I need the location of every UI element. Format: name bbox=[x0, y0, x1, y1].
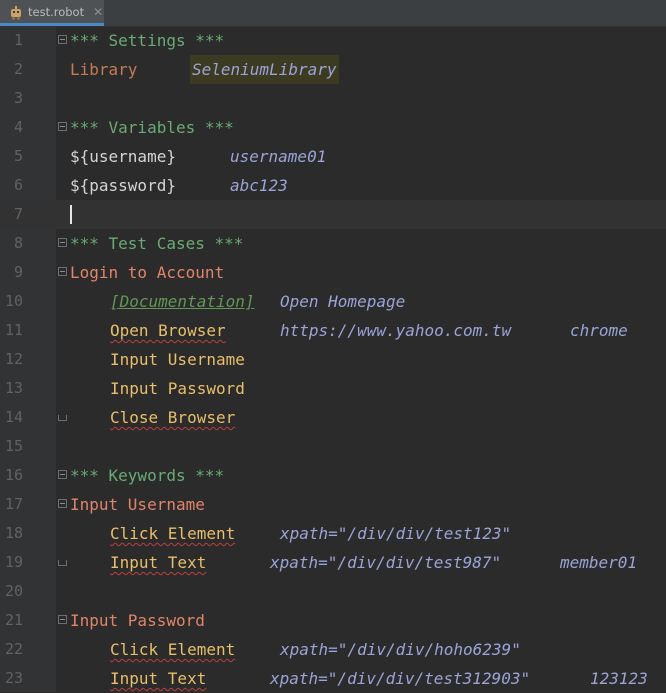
code-token: xpath="/div/div/hoho6239" bbox=[280, 640, 521, 659]
fold-collapse-icon[interactable] bbox=[58, 122, 67, 131]
line-number: 17 bbox=[4, 495, 23, 513]
code-line[interactable]: 18 Click Element xpath="/div/div/test123" bbox=[0, 519, 666, 548]
code-editor[interactable]: 1 *** Settings *** 2 Library SeleniumLibrary… bbox=[0, 26, 666, 692]
line-number: 5 bbox=[13, 147, 23, 165]
code-line[interactable]: 1 *** Settings *** bbox=[0, 26, 666, 55]
code-token: *** Keywords *** bbox=[70, 466, 225, 485]
line-number: 13 bbox=[4, 379, 23, 397]
code-token: 123123 bbox=[590, 669, 648, 688]
code-line[interactable]: 9 Login to Account bbox=[0, 258, 666, 287]
line-number: 22 bbox=[4, 640, 23, 658]
code-token: Input Text bbox=[110, 553, 207, 572]
fold-collapse-icon[interactable] bbox=[58, 615, 67, 624]
line-number: 12 bbox=[4, 350, 23, 368]
code-line[interactable]: 15 bbox=[0, 432, 666, 461]
code-token: Login to Account bbox=[70, 263, 225, 282]
code-line[interactable]: 11 Open Browser https://www.yahoo.com.tw ch… bbox=[0, 316, 666, 345]
line-number: 6 bbox=[13, 176, 23, 194]
code-token: Input Username bbox=[70, 495, 205, 514]
line-number: 20 bbox=[4, 582, 23, 600]
code-token: Open Browser bbox=[110, 321, 226, 340]
code-token: member01 bbox=[560, 553, 638, 572]
code-token: SeleniumLibrary bbox=[190, 55, 339, 84]
editor-tab-bar: test.robot ✕ bbox=[0, 0, 666, 27]
code-line[interactable]: 6 ${password} abc123 bbox=[0, 171, 666, 200]
line-number: 21 bbox=[4, 611, 23, 629]
line-number: 7 bbox=[13, 205, 23, 223]
code-line[interactable]: 16 *** Keywords *** bbox=[0, 461, 666, 490]
code-token: abc123 bbox=[230, 176, 288, 195]
code-token: Library bbox=[70, 60, 138, 79]
tab-test-robot[interactable]: test.robot ✕ bbox=[0, 0, 104, 26]
fold-collapse-icon[interactable] bbox=[58, 499, 67, 508]
code-line[interactable]: 17 Input Username bbox=[0, 490, 666, 519]
code-token: Click Element bbox=[110, 524, 236, 543]
line-number: 16 bbox=[4, 466, 23, 484]
code-token: Close Browser bbox=[110, 408, 236, 427]
code-token: https://www.yahoo.com.tw bbox=[280, 321, 512, 340]
line-number: 11 bbox=[4, 321, 23, 339]
code-token: xpath="/div/div/test312903" bbox=[270, 669, 531, 688]
code-token: username01 bbox=[230, 147, 327, 166]
code-line[interactable]: 23 Input Text xpath="/div/div/test312903" 1… bbox=[0, 664, 666, 693]
line-number: 15 bbox=[4, 437, 23, 455]
code-token: xpath="/div/div/test987" bbox=[270, 553, 502, 572]
code-token: Click Element bbox=[110, 640, 236, 659]
fold-collapse-icon[interactable] bbox=[58, 35, 67, 44]
code-token: Input Password bbox=[70, 611, 205, 630]
code-line[interactable]: 3 bbox=[0, 84, 666, 113]
line-number: 3 bbox=[13, 89, 23, 107]
line-number: 9 bbox=[13, 263, 23, 281]
line-number: 2 bbox=[13, 60, 23, 78]
code-token: *** Test Cases *** bbox=[70, 234, 244, 253]
line-number: 19 bbox=[4, 553, 23, 571]
code-line[interactable]: 20 bbox=[0, 577, 666, 606]
fold-end-icon[interactable] bbox=[58, 560, 67, 566]
fold-collapse-icon[interactable] bbox=[58, 267, 67, 276]
fold-collapse-icon[interactable] bbox=[58, 238, 67, 247]
line-number: 10 bbox=[4, 292, 23, 310]
code-line[interactable]: 4 *** Variables *** bbox=[0, 113, 666, 142]
tab-label: test.robot bbox=[28, 4, 85, 19]
code-line[interactable]: 14 Close Browser bbox=[0, 403, 666, 432]
code-token: *** Settings *** bbox=[70, 31, 225, 50]
code-line[interactable]: 19 Input Text xpath="/div/div/test987" memb… bbox=[0, 548, 666, 577]
code-token: Open Homepage bbox=[280, 292, 406, 311]
code-line[interactable]: 12 Input Username bbox=[0, 345, 666, 374]
close-icon[interactable]: ✕ bbox=[93, 5, 103, 19]
line-number: 1 bbox=[13, 31, 23, 49]
line-number: 23 bbox=[4, 669, 23, 687]
code-token: xpath="/div/div/test123" bbox=[280, 524, 512, 543]
code-line[interactable]: 2 Library SeleniumLibrary bbox=[0, 55, 666, 84]
robot-file-icon bbox=[9, 5, 23, 20]
code-token: *** Variables *** bbox=[70, 118, 234, 137]
line-number: 18 bbox=[4, 524, 23, 542]
text-caret bbox=[70, 205, 72, 224]
code-line[interactable]: 22 Click Element xpath="/div/div/hoho6239" bbox=[0, 635, 666, 664]
code-line[interactable]: 7 bbox=[0, 200, 666, 229]
code-token: ${username} bbox=[70, 147, 176, 166]
fold-end-icon[interactable] bbox=[58, 415, 67, 421]
line-number: 14 bbox=[4, 408, 23, 426]
code-token: Input Username bbox=[110, 350, 245, 369]
code-line[interactable]: 5 ${username} username01 bbox=[0, 142, 666, 171]
line-number: 4 bbox=[13, 118, 23, 136]
code-line[interactable]: 21 Input Password bbox=[0, 606, 666, 635]
line-number: 8 bbox=[13, 234, 23, 252]
code-line[interactable]: 13 Input Password bbox=[0, 374, 666, 403]
code-token: [Documentation] bbox=[110, 292, 255, 311]
code-token: chrome bbox=[570, 321, 628, 340]
fold-collapse-icon[interactable] bbox=[58, 470, 67, 479]
code-token: Input Password bbox=[110, 379, 245, 398]
code-line[interactable]: 10 [Documentation] Open Homepage bbox=[0, 287, 666, 316]
code-token: ${password} bbox=[70, 176, 176, 195]
code-line[interactable]: 8 *** Test Cases *** bbox=[0, 229, 666, 258]
code-token: Input Text bbox=[110, 669, 207, 688]
